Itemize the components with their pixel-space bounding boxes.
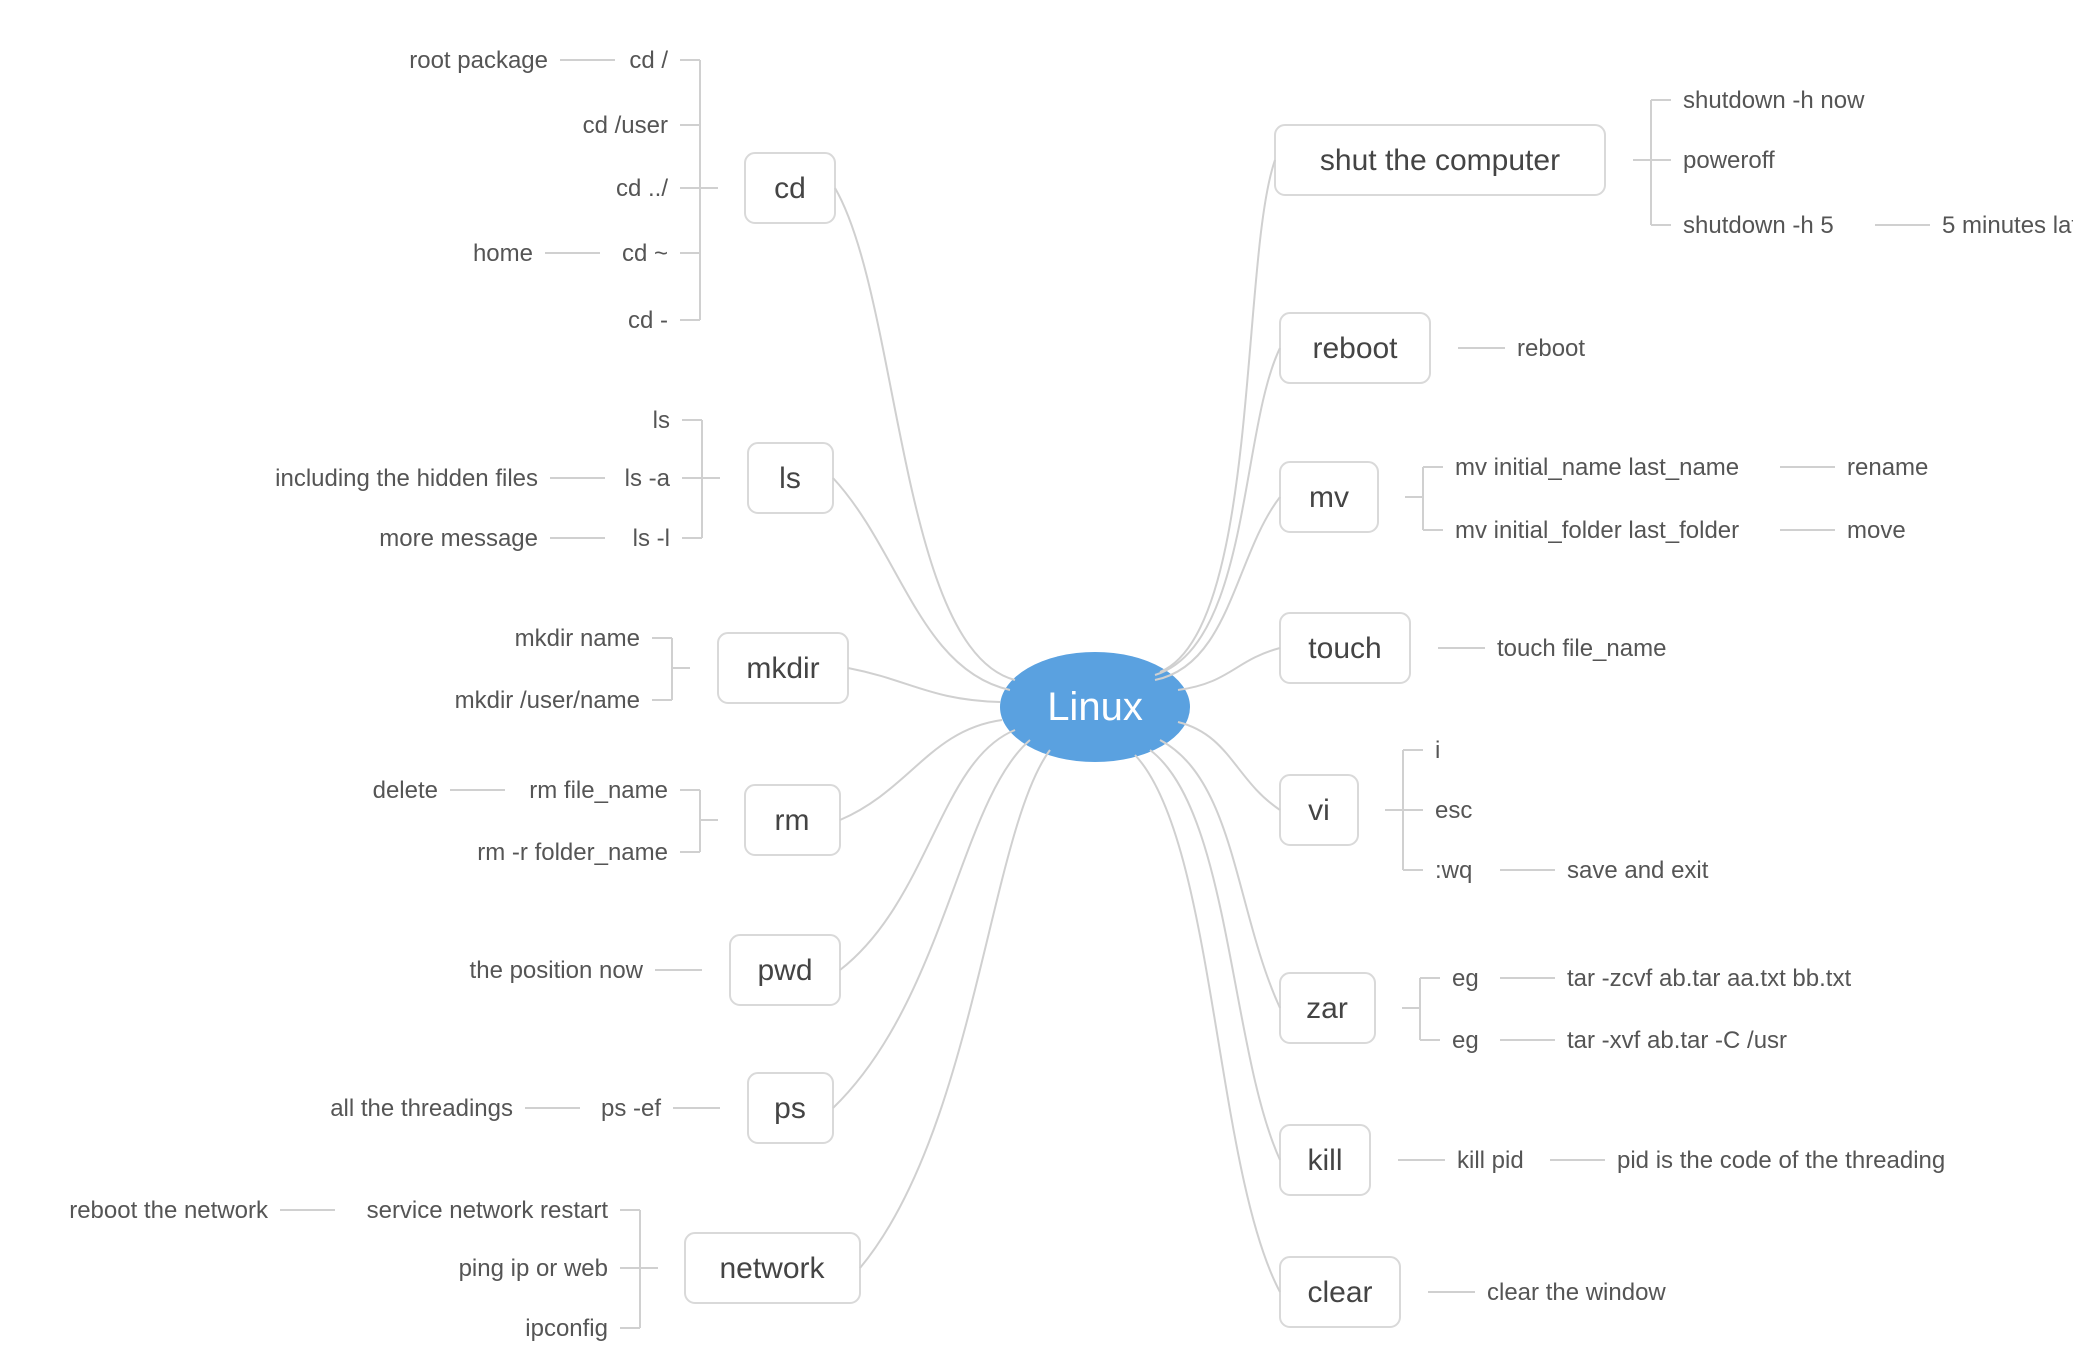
leaf-clear-0: clear the window	[1487, 1279, 1666, 1306]
edge-root-vi	[1178, 722, 1280, 810]
node-ps-label: ps	[774, 1092, 806, 1125]
node-reboot-label: reboot	[1312, 332, 1398, 365]
leaf-cd-3: cd ~	[622, 240, 668, 267]
leaf-rm-0: rm file_name	[529, 777, 668, 804]
leaf-net-0: service network restart	[367, 1197, 609, 1224]
bracket-cd	[680, 60, 718, 320]
leaf-ls-2-d: more message	[379, 525, 538, 552]
leaf-ls-1: ls -a	[625, 465, 671, 492]
node-vi-label: vi	[1308, 794, 1330, 827]
leaf-shut-0: shutdown -h now	[1683, 87, 1865, 114]
leaf-touch-0: touch file_name	[1497, 635, 1666, 662]
leaf-shut-2-d: 5 minutes later	[1942, 212, 2073, 239]
node-mv-label: mv	[1309, 481, 1349, 514]
edge-root-clear	[1135, 755, 1280, 1292]
leaf-vi-0: i	[1435, 737, 1440, 764]
leaf-cd-3-d: home	[473, 240, 533, 267]
leaf-shut-2: shutdown -h 5	[1683, 212, 1834, 239]
edge-root-ps	[833, 740, 1030, 1108]
node-mkdir-label: mkdir	[746, 652, 819, 685]
leaf-mkdir-0: mkdir name	[515, 625, 640, 652]
leaf-vi-2-d: save and exit	[1567, 857, 1709, 884]
leaf-ls-2: ls -l	[633, 525, 670, 552]
node-network-label: network	[719, 1252, 825, 1285]
edge-root-zar	[1160, 740, 1280, 1008]
leaf-vi-1: esc	[1435, 797, 1472, 824]
bracket-zar	[1402, 978, 1440, 1040]
bracket-network	[620, 1210, 658, 1328]
edge-root-ls	[833, 478, 1010, 690]
edge-root-rm	[840, 720, 1002, 820]
leaf-vi-2: :wq	[1435, 857, 1472, 884]
leaf-pwd-0: the position now	[470, 957, 644, 984]
leaf-ls-1-d: including the hidden files	[275, 465, 538, 492]
leaf-net-0-d: reboot the network	[69, 1197, 269, 1224]
leaf-shut-1: poweroff	[1683, 147, 1775, 174]
leaf-mv-1-d: move	[1847, 517, 1906, 544]
edge-root-shut	[1160, 160, 1275, 672]
leaf-kill-0: kill pid	[1457, 1147, 1524, 1174]
node-ls-label: ls	[779, 462, 801, 495]
node-cd-label: cd	[774, 172, 806, 205]
leaf-net-1: ping ip or web	[459, 1255, 608, 1282]
leaf-zar-1: eg	[1452, 1027, 1479, 1054]
node-rm-label: rm	[775, 804, 810, 837]
leaf-net-2: ipconfig	[525, 1315, 608, 1342]
mindmap-canvas: Linux cd ls mkdir rm pwd ps network shut…	[0, 0, 2073, 1365]
node-touch-label: touch	[1308, 632, 1381, 665]
leaf-kill-0-d: pid is the code of the threading	[1617, 1147, 1945, 1174]
node-pwd-label: pwd	[757, 954, 812, 987]
edge-root-cd	[835, 188, 1015, 680]
bracket-shut	[1633, 100, 1671, 225]
leaf-cd-1: cd /user	[583, 112, 668, 139]
leaf-ps-0-d: all the threadings	[330, 1095, 513, 1122]
leaf-cd-2: cd ../	[616, 175, 668, 202]
node-zar-label: zar	[1306, 992, 1348, 1025]
leaf-mv-0-d: rename	[1847, 454, 1928, 481]
bracket-ls	[682, 420, 720, 538]
leaf-ls-0: ls	[653, 407, 670, 434]
leaf-mv-0: mv initial_name last_name	[1455, 454, 1739, 481]
node-kill-label: kill	[1308, 1144, 1343, 1177]
leaf-zar-0-d: tar -zcvf ab.tar aa.txt bb.txt	[1567, 965, 1851, 992]
leaf-ps-0: ps -ef	[601, 1095, 661, 1122]
edge-root-network	[860, 750, 1050, 1268]
leaf-cd-4: cd -	[628, 307, 668, 334]
root-label: Linux	[1047, 685, 1143, 729]
leaf-mv-1: mv initial_folder last_folder	[1455, 517, 1739, 544]
bracket-mv	[1405, 467, 1443, 530]
edge-root-touch	[1178, 648, 1280, 690]
leaf-reboot-0: reboot	[1517, 335, 1585, 362]
edge-root-mkdir	[848, 668, 1000, 702]
leaf-cd-0-d: root package	[409, 47, 548, 74]
node-clear-label: clear	[1307, 1276, 1372, 1309]
leaf-zar-0: eg	[1452, 965, 1479, 992]
node-shut-label: shut the computer	[1320, 144, 1560, 177]
leaf-zar-1-d: tar -xvf ab.tar -C /usr	[1567, 1027, 1787, 1054]
edge-root-mv	[1155, 497, 1280, 680]
leaf-cd-0: cd /	[629, 47, 668, 74]
leaf-mkdir-1: mkdir /user/name	[455, 687, 640, 714]
bracket-rm	[680, 790, 718, 852]
bracket-mkdir	[652, 638, 690, 700]
leaf-rm-1: rm -r folder_name	[477, 839, 668, 866]
leaf-rm-0-d: delete	[373, 777, 438, 804]
bracket-vi	[1385, 750, 1423, 870]
